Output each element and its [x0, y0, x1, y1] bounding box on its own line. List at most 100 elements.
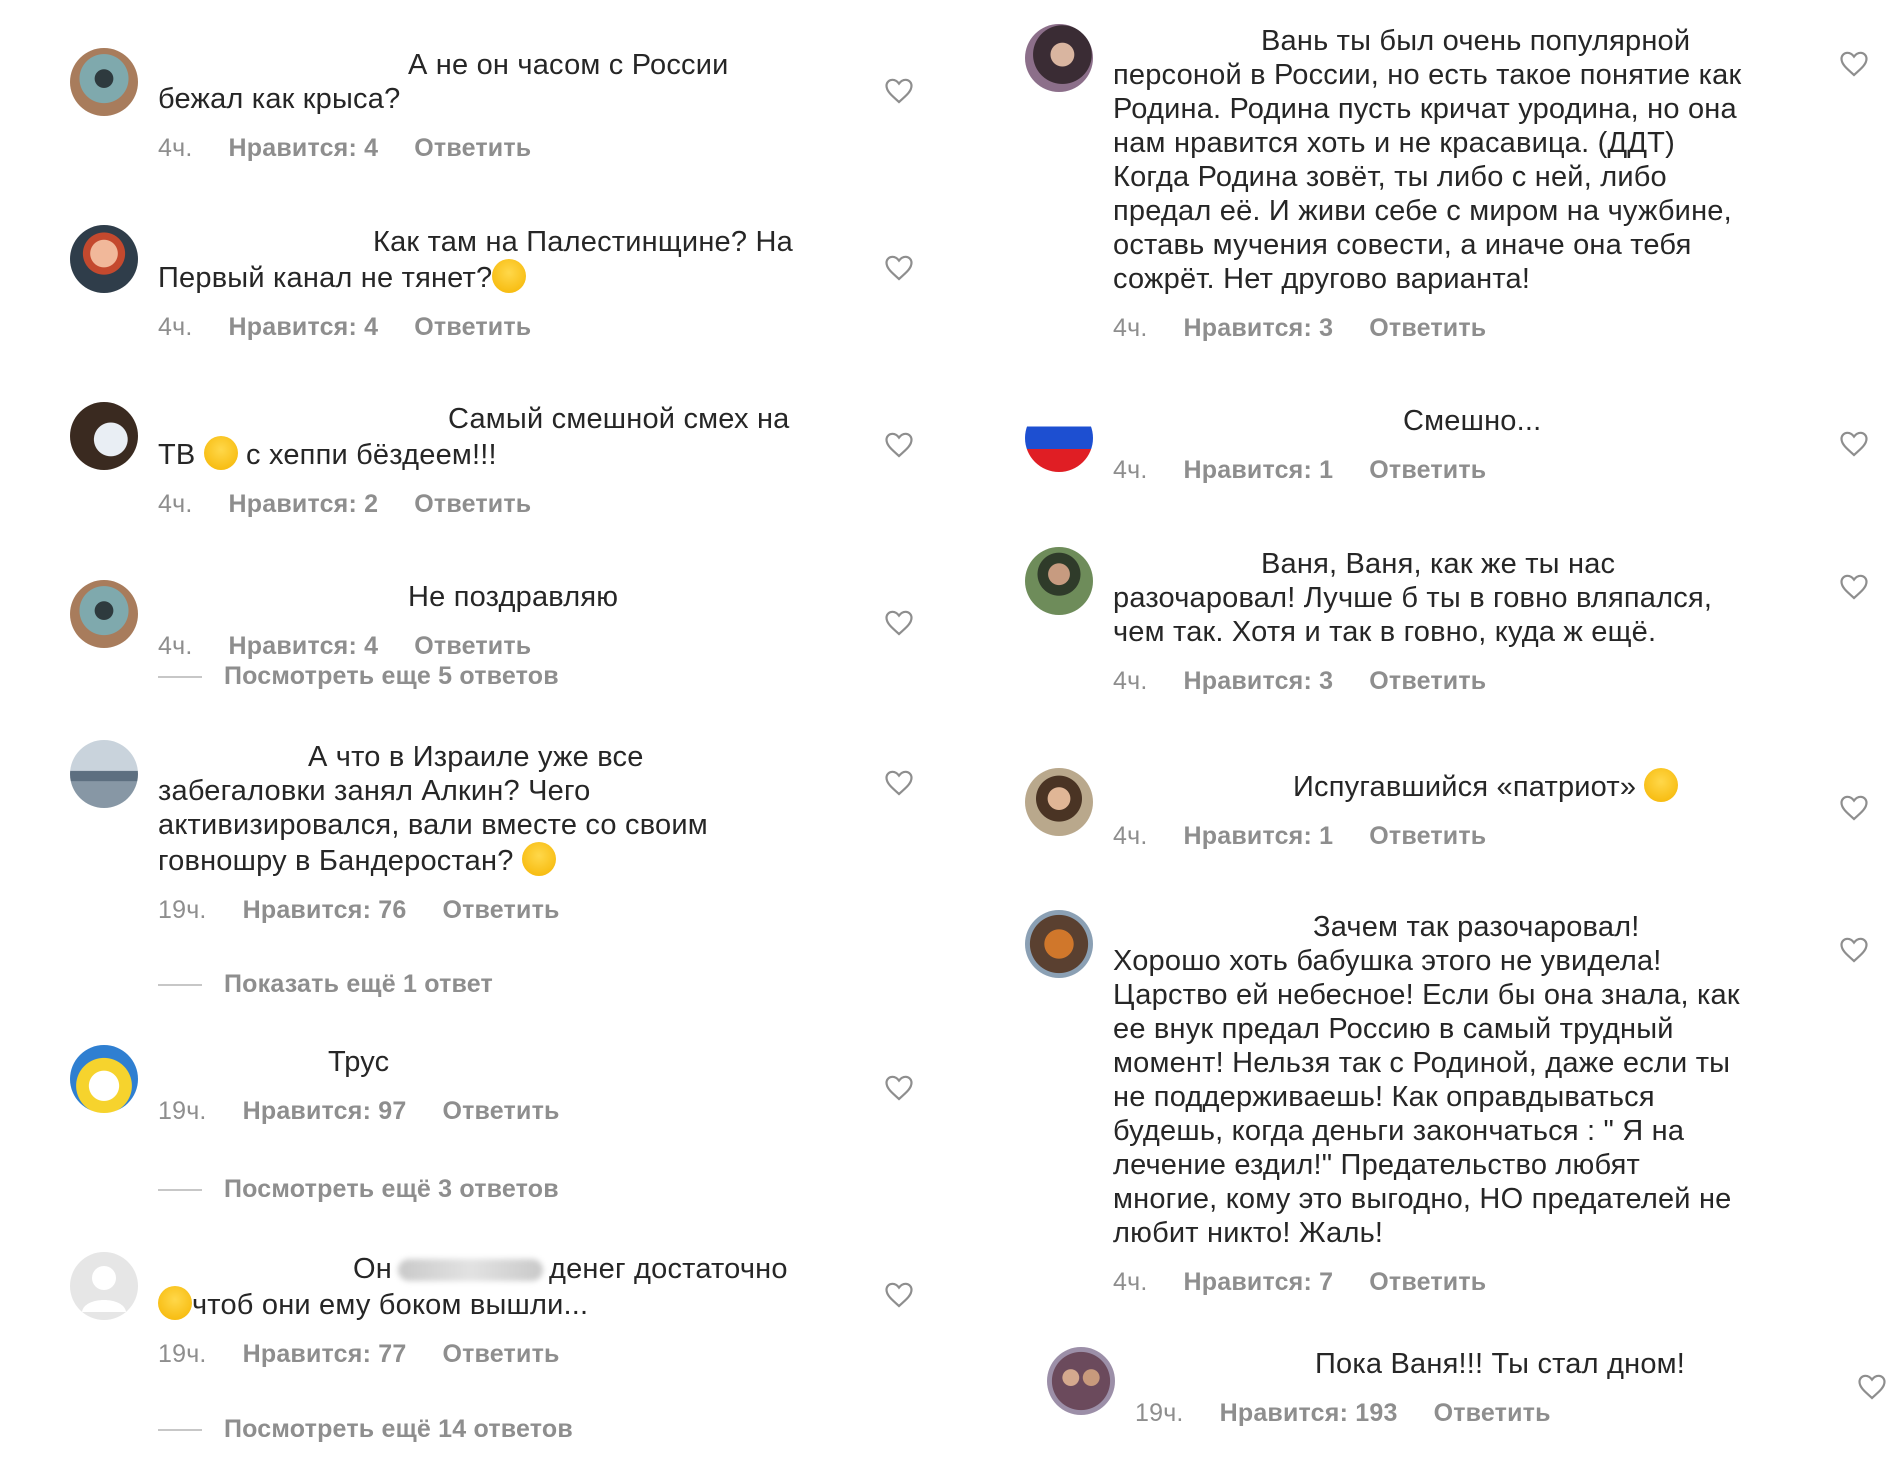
- avatar[interactable]: [70, 225, 138, 293]
- comment-meta: 4ч. Нравится: 7 Ответить: [1113, 1268, 1833, 1297]
- heart-outline-icon[interactable]: [885, 432, 913, 458]
- likes-count[interactable]: Нравится: 1: [1183, 456, 1333, 485]
- reply-button[interactable]: Ответить: [414, 134, 531, 163]
- view-replies-button[interactable]: Посмотреть еще 5 ответов: [158, 662, 559, 691]
- likes-count[interactable]: Нравится: 97: [243, 1097, 407, 1126]
- likes-count[interactable]: Нравится: 76: [243, 896, 407, 925]
- comment-text: Смешно...: [1403, 405, 1542, 437]
- reply-button[interactable]: Ответить: [1434, 1399, 1551, 1428]
- reply-button[interactable]: Ответить: [442, 1097, 559, 1126]
- comment-text: А что в Израиле уже все забегаловки заня…: [158, 741, 708, 877]
- comment-meta: 19ч. Нравится: 97 Ответить: [158, 1097, 798, 1126]
- heart-outline-icon[interactable]: [885, 78, 913, 104]
- comment-time: 4ч.: [1113, 667, 1148, 695]
- reply-button[interactable]: Ответить: [1369, 314, 1486, 343]
- reply-button[interactable]: Ответить: [414, 490, 531, 519]
- comment-text: Он денег достаточно чтоб они ему боком вы…: [158, 1252, 878, 1322]
- avatar[interactable]: [1047, 1347, 1115, 1415]
- reply-button[interactable]: Ответить: [1369, 456, 1486, 485]
- comment-time: 4ч.: [1113, 1268, 1148, 1296]
- reply-button[interactable]: Ответить: [442, 896, 559, 925]
- sweat-laugh-emoji-icon: [158, 1286, 192, 1320]
- avatar[interactable]: [70, 48, 138, 116]
- comment-text: Не поздравляю: [408, 581, 619, 613]
- comment-text: Испугавшийся «патриот»: [1113, 768, 1813, 804]
- likes-count[interactable]: Нравится: 77: [243, 1340, 407, 1369]
- heart-outline-icon[interactable]: [885, 1282, 913, 1308]
- comment-text: Пока Ваня!!! Ты стал дном!: [1315, 1348, 1686, 1380]
- avatar[interactable]: [70, 740, 138, 808]
- comment-meta: 4ч. Нравится: 4 Ответить: [158, 313, 838, 342]
- comment-text: Вань ты был очень популярной персоной в …: [1113, 25, 1742, 295]
- heart-outline-icon[interactable]: [885, 610, 913, 636]
- heart-outline-icon[interactable]: [885, 770, 913, 796]
- view-replies-button[interactable]: Посмотреть ещё 14 ответов: [158, 1415, 573, 1444]
- comment-time: 19ч.: [158, 896, 207, 924]
- likes-count[interactable]: Нравится: 3: [1183, 314, 1333, 343]
- likes-count[interactable]: Нравится: 7: [1183, 1268, 1333, 1297]
- comment-meta: 4ч. Нравится: 3 Ответить: [1113, 314, 1813, 343]
- reply-button[interactable]: Ответить: [1369, 667, 1486, 696]
- comment-meta: 4ч. Нравится: 4 Ответить: [158, 134, 798, 163]
- comment-text: А не он часом с России бежал как крыса?: [158, 49, 729, 115]
- likes-count[interactable]: Нравится: 193: [1220, 1399, 1398, 1428]
- heart-outline-icon[interactable]: [1840, 431, 1868, 457]
- reply-button[interactable]: Ответить: [414, 313, 531, 342]
- view-replies-button[interactable]: Показать ещё 1 ответ: [158, 970, 493, 999]
- comment-meta: 19ч. Нравится: 77 Ответить: [158, 1340, 878, 1369]
- reply-button[interactable]: Ответить: [1369, 1268, 1486, 1297]
- likes-count[interactable]: Нравится: 4: [228, 313, 378, 342]
- avatar[interactable]: [70, 402, 138, 470]
- comment-text: Как там на Палестинщине? На Первый канал…: [158, 226, 793, 294]
- comment-time: 4ч.: [1113, 456, 1148, 484]
- comment-text: Трус: [328, 1046, 390, 1078]
- avatar[interactable]: [1025, 404, 1093, 472]
- heart-outline-icon[interactable]: [885, 255, 913, 281]
- heart-outline-icon[interactable]: [1840, 574, 1868, 600]
- comment-time: 4ч.: [158, 632, 193, 660]
- avatar[interactable]: [70, 1045, 138, 1113]
- comment-time: 4ч.: [158, 313, 193, 341]
- reply-button[interactable]: Ответить: [414, 632, 531, 661]
- smirk-emoji-icon: [1644, 768, 1679, 802]
- likes-count[interactable]: Нравится: 4: [228, 134, 378, 163]
- avatar[interactable]: [1025, 910, 1093, 978]
- grinning-emoji-icon: [203, 436, 238, 470]
- heart-outline-icon[interactable]: [1858, 1374, 1886, 1400]
- laughing-emoji-icon: [492, 259, 527, 293]
- laughing-emoji-icon: [521, 842, 556, 876]
- heart-outline-icon[interactable]: [1840, 937, 1868, 963]
- comment-meta: 4ч. Нравится: 4 Ответить: [158, 632, 798, 661]
- comment-time: 19ч.: [158, 1097, 207, 1125]
- comment-time: 19ч.: [1135, 1399, 1184, 1427]
- likes-count[interactable]: Нравится: 3: [1183, 667, 1333, 696]
- comment-time: 4ч.: [158, 134, 193, 162]
- comment-time: 4ч.: [1113, 314, 1148, 342]
- comment-meta: 4ч. Нравится: 3 Ответить: [1113, 667, 1813, 696]
- comment-meta: 4ч. Нравится: 2 Ответить: [158, 490, 838, 519]
- comment-meta: 4ч. Нравится: 1 Ответить: [1113, 822, 1813, 851]
- likes-count[interactable]: Нравится: 2: [228, 490, 378, 519]
- comment-text: Ваня, Ваня, как же ты нас разочаровал! Л…: [1113, 548, 1713, 648]
- avatar[interactable]: [1025, 24, 1093, 92]
- comment-text: Самый смешной смех на ТВ с хеппи бёздеем…: [158, 403, 790, 471]
- avatar[interactable]: [70, 580, 138, 648]
- avatar[interactable]: [1025, 768, 1093, 836]
- avatar[interactable]: [1025, 547, 1093, 615]
- likes-count[interactable]: Нравится: 1: [1183, 822, 1333, 851]
- comment-meta: 4ч. Нравится: 1 Ответить: [1113, 456, 1813, 485]
- likes-count[interactable]: Нравится: 4: [228, 632, 378, 661]
- comment-time: 4ч.: [1113, 822, 1148, 850]
- heart-outline-icon[interactable]: [1840, 795, 1868, 821]
- comment-time: 19ч.: [158, 1340, 207, 1368]
- comment-text: Зачем так разочаровал! Хорошо хоть бабуш…: [1113, 911, 1740, 1249]
- blurred-word: [397, 1259, 543, 1282]
- comment-meta: 19ч. Нравится: 193 Ответить: [1135, 1399, 1835, 1428]
- avatar[interactable]: [70, 1252, 138, 1320]
- comment-time: 4ч.: [158, 490, 193, 518]
- heart-outline-icon[interactable]: [1840, 51, 1868, 77]
- reply-button[interactable]: Ответить: [1369, 822, 1486, 851]
- heart-outline-icon[interactable]: [885, 1075, 913, 1101]
- view-replies-button[interactable]: Посмотреть ещё 3 ответов: [158, 1175, 559, 1204]
- reply-button[interactable]: Ответить: [442, 1340, 559, 1369]
